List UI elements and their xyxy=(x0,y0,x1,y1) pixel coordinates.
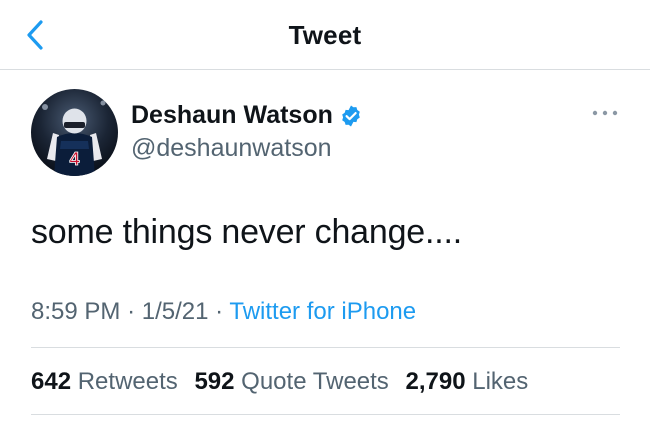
retweets-stat[interactable]: 642 Retweets xyxy=(31,368,184,395)
quote-tweets-stat[interactable]: 592 Quote Tweets xyxy=(194,368,395,395)
author-name[interactable]: Deshaun Watson xyxy=(131,101,363,130)
top-navigation-bar: Tweet xyxy=(0,0,650,70)
separator-dot: · xyxy=(215,298,224,325)
tweet-source-link[interactable]: Twitter for iPhone xyxy=(229,298,416,325)
likes-count: 2,790 xyxy=(405,368,466,395)
quote-tweets-count: 592 xyxy=(194,368,235,395)
retweets-label: Retweets xyxy=(77,368,178,395)
divider xyxy=(31,347,620,348)
svg-text:4: 4 xyxy=(69,149,79,169)
tweet-detail-page: Tweet 4 Deshaun Watson @deshaunwatson so… xyxy=(0,0,650,426)
tweet-timestamp: 8:59 PM · 1/5/21 · Twitter for iPhone xyxy=(31,298,416,326)
more-options-button[interactable] xyxy=(590,106,620,120)
tweet-date[interactable]: 1/5/21 xyxy=(142,298,209,325)
divider xyxy=(31,414,620,415)
author-name-text: Deshaun Watson xyxy=(131,101,333,129)
avatar[interactable]: 4 xyxy=(31,89,118,176)
tweet-text: some things never change.... xyxy=(31,213,462,251)
retweets-count: 642 xyxy=(31,368,72,395)
separator-dot: · xyxy=(127,298,136,325)
avatar-image: 4 xyxy=(31,89,118,176)
quote-tweets-label: Quote Tweets xyxy=(241,368,389,395)
likes-stat[interactable]: 2,790 Likes xyxy=(405,368,528,395)
more-horizontal-icon xyxy=(592,110,618,116)
page-title: Tweet xyxy=(288,20,362,50)
verified-badge-icon xyxy=(342,105,360,126)
author-handle[interactable]: @deshaunwatson xyxy=(131,134,332,163)
tweet-time[interactable]: 8:59 PM xyxy=(31,298,120,325)
likes-label: Likes xyxy=(472,368,529,395)
engagement-stats: 642 Retweets 592 Quote Tweets 2,790 Like… xyxy=(31,368,538,396)
